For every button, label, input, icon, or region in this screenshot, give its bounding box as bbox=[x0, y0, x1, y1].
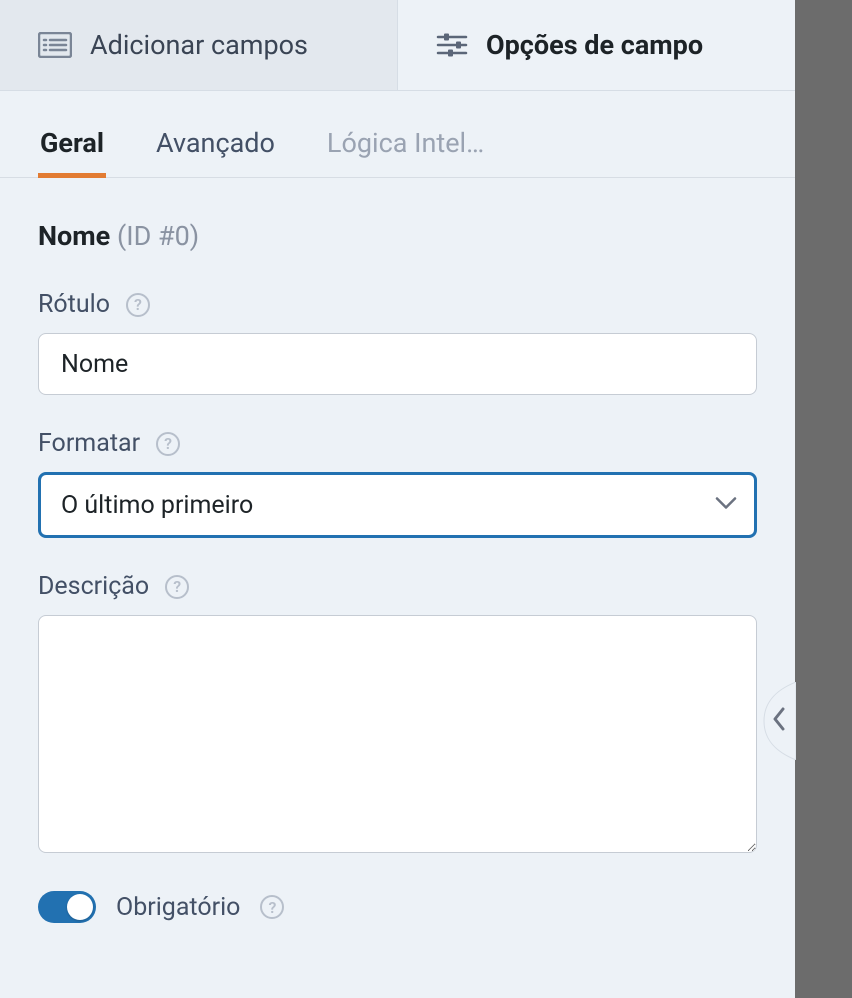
tab-field-options[interactable]: Opções de campo bbox=[398, 0, 795, 90]
select-formatar[interactable]: O último primeiro bbox=[38, 472, 757, 538]
sliders-icon bbox=[436, 31, 468, 59]
help-icon[interactable]: ? bbox=[156, 432, 180, 456]
subtab-general[interactable]: Geral bbox=[38, 119, 106, 178]
chevron-left-icon bbox=[772, 707, 786, 735]
field-group-formatar: Formatar ? O último primeiro bbox=[38, 429, 757, 538]
select-wrap-formatar: O último primeiro bbox=[38, 472, 757, 538]
field-group-rotulo: Rótulo ? bbox=[38, 290, 757, 395]
content-area: Nome (ID #0) Rótulo ? Formatar ? O últim… bbox=[0, 178, 795, 923]
field-group-descricao: Descrição ? bbox=[38, 572, 757, 857]
toggle-obrigatorio[interactable] bbox=[38, 891, 96, 923]
sub-tabs: Geral Avançado Lógica Intel… bbox=[0, 119, 795, 178]
label-descricao: Descrição bbox=[38, 572, 149, 601]
input-rotulo[interactable] bbox=[38, 333, 757, 395]
label-row-rotulo: Rótulo ? bbox=[38, 290, 757, 319]
tab-add-fields[interactable]: Adicionar campos bbox=[0, 0, 398, 90]
help-icon[interactable]: ? bbox=[126, 293, 150, 317]
label-row-formatar: Formatar ? bbox=[38, 429, 757, 458]
label-formatar: Formatar bbox=[38, 429, 140, 458]
textarea-descricao[interactable] bbox=[38, 615, 757, 853]
section-id: (ID #0) bbox=[117, 220, 199, 252]
section-name: Nome bbox=[38, 220, 110, 252]
list-icon bbox=[38, 32, 72, 58]
label-obrigatorio: Obrigatório bbox=[116, 893, 240, 922]
collapse-handle[interactable] bbox=[756, 682, 796, 760]
subtab-smart-logic: Lógica Intel… bbox=[325, 119, 486, 177]
help-icon[interactable]: ? bbox=[165, 575, 189, 599]
toggle-row-obrigatorio: Obrigatório ? bbox=[38, 891, 757, 923]
field-options-panel: Adicionar campos Opções de campo Geral A… bbox=[0, 0, 795, 998]
toggle-knob bbox=[67, 894, 93, 920]
label-row-descricao: Descrição ? bbox=[38, 572, 757, 601]
help-icon[interactable]: ? bbox=[260, 895, 284, 919]
section-title: Nome (ID #0) bbox=[38, 220, 757, 252]
subtab-advanced[interactable]: Avançado bbox=[154, 119, 277, 177]
tab-field-options-label: Opções de campo bbox=[486, 29, 703, 61]
tab-add-fields-label: Adicionar campos bbox=[90, 29, 308, 61]
top-tabs: Adicionar campos Opções de campo bbox=[0, 0, 795, 91]
label-rotulo: Rótulo bbox=[38, 290, 110, 319]
